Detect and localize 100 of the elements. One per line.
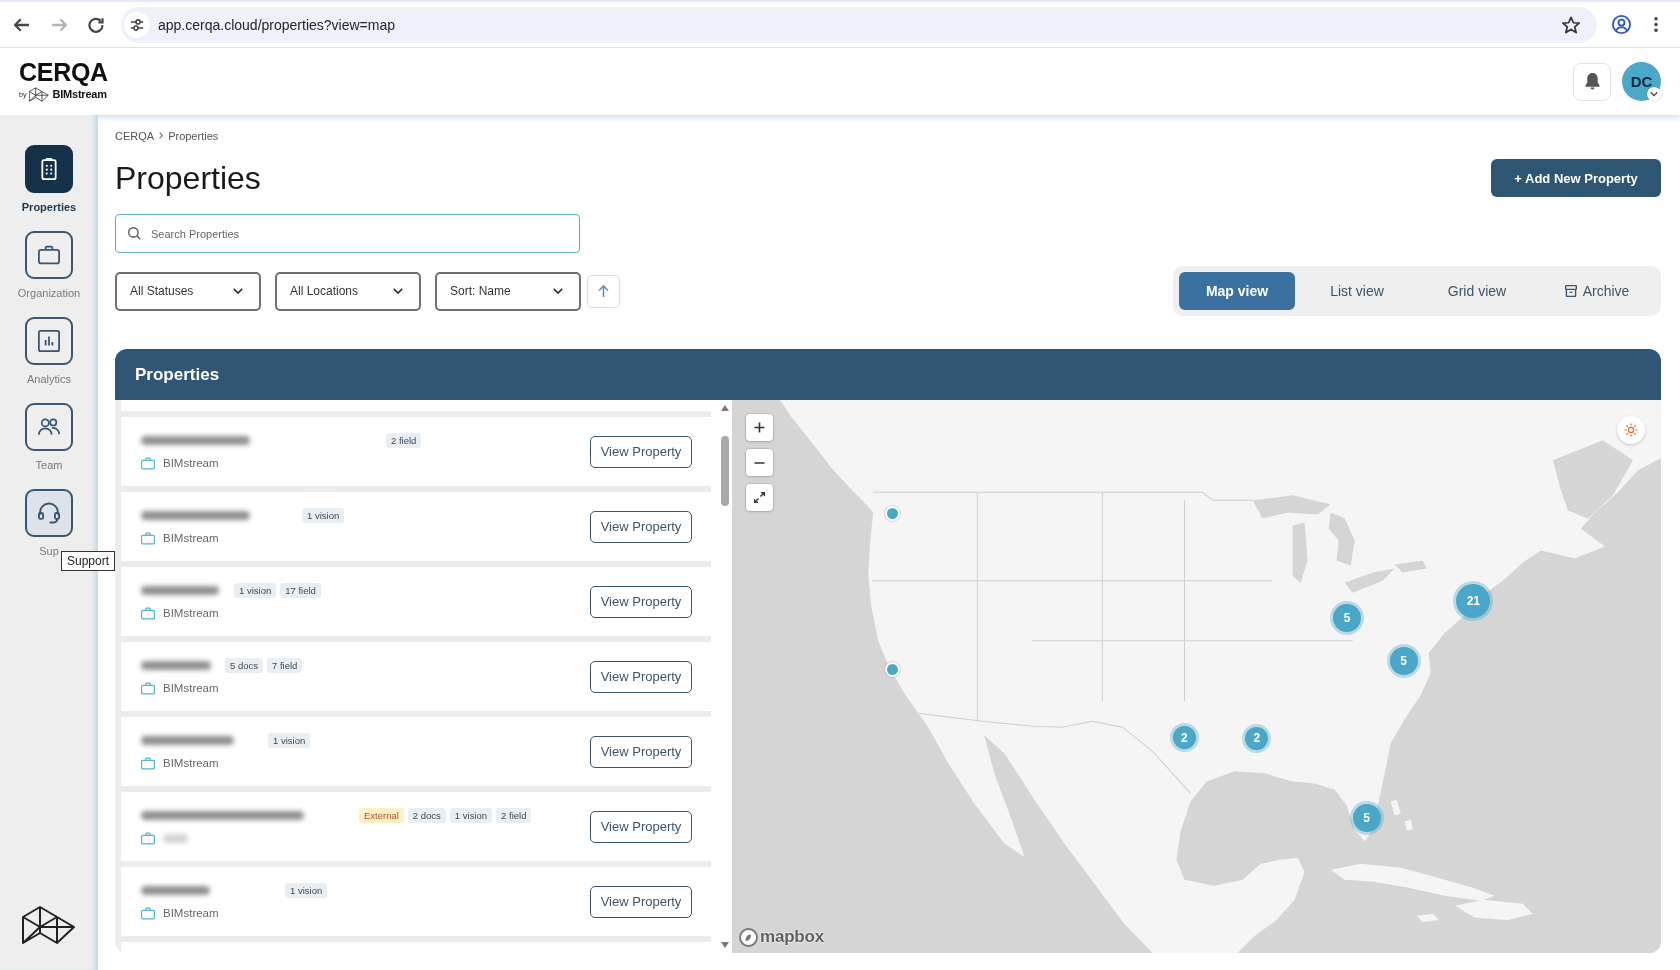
count-tag: 2 field <box>496 807 532 823</box>
count-tag: 2 docs <box>407 807 446 823</box>
org-name: BIMstream <box>163 907 219 919</box>
address-bar[interactable]: app.cerqa.cloud/properties?view=map <box>121 6 1597 43</box>
star-icon[interactable] <box>1562 15 1580 34</box>
count-tag: 2 field <box>386 432 422 448</box>
view-property-button[interactable]: View Property <box>590 510 692 543</box>
chevron-down-icon <box>233 288 243 294</box>
filter-dropdown[interactable]: All Locations <box>275 271 421 311</box>
blurred-text <box>141 885 210 895</box>
briefcase-icon <box>141 606 155 620</box>
profile-button[interactable] <box>1609 12 1633 37</box>
sidebar-label: Team <box>35 459 63 472</box>
scrollbar-thumb[interactable] <box>720 436 729 506</box>
view-tab[interactable]: Grid view <box>1419 272 1535 310</box>
arrow-left-icon <box>14 16 30 33</box>
people-icon <box>38 416 60 438</box>
reload-icon <box>88 16 104 33</box>
sidebar-button[interactable] <box>25 231 73 279</box>
clipboard-icon <box>38 158 60 180</box>
view-property-button[interactable]: View Property <box>590 810 692 843</box>
chevron-down-icon <box>553 288 563 294</box>
search-icon <box>128 227 141 240</box>
briefcase-icon <box>38 244 60 266</box>
sidebar-label: Properties <box>21 201 77 214</box>
briefcase-icon <box>141 681 155 695</box>
avatar-button[interactable]: DC <box>1622 62 1661 101</box>
cube-logo-icon <box>22 905 76 945</box>
org-name: BIMstream <box>163 532 219 544</box>
chevron-right-icon <box>159 132 164 139</box>
expand-icon <box>754 492 765 503</box>
chevron-down-icon <box>393 288 403 294</box>
view-property-button[interactable]: View Property <box>590 435 692 468</box>
bell-icon <box>1584 73 1600 90</box>
partner-name: BIMstream <box>52 88 107 100</box>
count-tag: 5 docs <box>225 657 263 673</box>
org-name: BIMstream <box>163 682 219 694</box>
page-title: Properties <box>115 159 261 197</box>
sidebar-label: Analytics <box>27 373 71 386</box>
view-tab[interactable]: Map view <box>1179 272 1295 310</box>
count-tag: 1 vision <box>449 807 493 823</box>
zoom-out-button[interactable] <box>746 449 773 476</box>
org-name: BIMstream <box>163 607 219 619</box>
briefcase-icon <box>141 831 155 845</box>
view-tab[interactable]: List view <box>1299 272 1415 310</box>
view-property-button[interactable]: View Property <box>590 585 692 618</box>
tune-icon <box>130 18 144 31</box>
archive-icon <box>1564 285 1577 297</box>
add-property-button[interactable]: + Add New Property <box>1491 159 1661 197</box>
headset-icon <box>38 502 60 524</box>
view-property-button[interactable]: View Property <box>590 735 692 768</box>
search-field[interactable]: Search Properties <box>115 214 580 253</box>
sidebar-button[interactable] <box>25 403 73 451</box>
bar-chart-icon <box>38 330 60 352</box>
site-info-button[interactable] <box>124 11 150 38</box>
sidebar-label: Organization <box>17 287 81 300</box>
count-tag: 1 vision <box>268 732 311 748</box>
triangle-up-icon <box>720 405 729 411</box>
blurred-text <box>141 660 211 670</box>
arrow-right-icon <box>51 16 67 33</box>
sidebar-label: Sup <box>39 545 59 558</box>
plus-icon <box>754 422 765 433</box>
panel-title: Properties <box>135 364 220 385</box>
external-tag: External <box>359 807 404 823</box>
zoom-in-button[interactable] <box>746 414 773 441</box>
notifications-button[interactable] <box>1573 62 1611 101</box>
view-tab[interactable]: Archive <box>1539 272 1655 310</box>
count-tag: 1 vision <box>302 507 345 523</box>
brand-name: CERQA <box>19 59 108 84</box>
briefcase-icon <box>141 456 155 470</box>
briefcase-icon <box>141 756 155 770</box>
breadcrumb-link[interactable]: CERQA <box>115 129 155 142</box>
triangle-down-icon <box>720 942 729 948</box>
minus-icon <box>754 461 765 464</box>
mapbox-wordmark[interactable]: mapbox <box>760 927 824 947</box>
view-property-button[interactable]: View Property <box>590 885 692 918</box>
count-tag: 17 field <box>280 582 321 598</box>
count-tag: 7 field <box>267 657 303 673</box>
briefcase-icon <box>141 531 155 545</box>
count-tag: 1 vision <box>234 582 277 598</box>
sidebar-button[interactable] <box>25 317 73 365</box>
fullscreen-button[interactable] <box>746 484 773 511</box>
org-name: BIMstream <box>163 457 219 469</box>
cube-logo-icon <box>29 86 50 102</box>
filter-dropdown[interactable]: All Statuses <box>115 271 261 311</box>
filter-dropdown[interactable]: Sort: Name <box>435 271 581 311</box>
sidebar-button[interactable] <box>25 489 73 537</box>
org-name: BIMstream <box>163 757 219 769</box>
breadcrumb-link[interactable]: Properties <box>168 129 219 142</box>
chevron-down-icon <box>1647 87 1661 101</box>
three-dots-icon <box>1654 17 1658 32</box>
count-tag: 1 vision <box>285 882 328 898</box>
sort-direction-button[interactable] <box>587 274 620 308</box>
account-icon <box>1611 15 1631 34</box>
url-text: app.cerqa.cloud/properties?view=map <box>158 16 395 33</box>
blurred-text <box>163 833 188 843</box>
tooltip: Support <box>61 551 116 571</box>
view-property-button[interactable]: View Property <box>590 660 692 693</box>
briefcase-icon <box>141 906 155 920</box>
sidebar-button[interactable] <box>25 145 73 193</box>
